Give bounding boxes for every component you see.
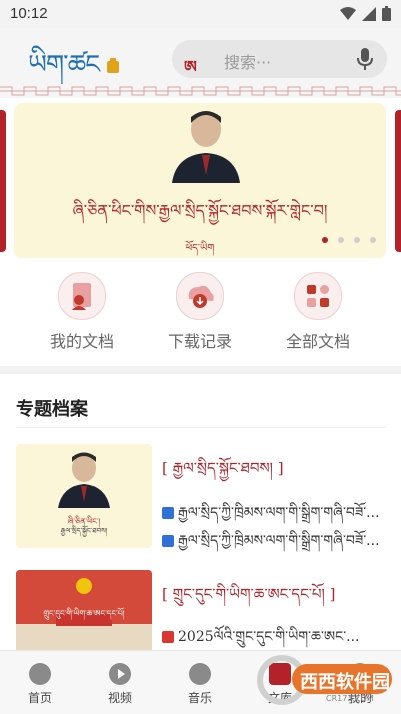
banner-title: ཞི་ཅིན་ཕིང་གིས་རྒྱལ་སྲིད་སྐྱོང་ཐབས་སྐོར་… (72, 201, 328, 220)
section-divider (0, 366, 401, 374)
banner-peek-right[interactable] (395, 110, 401, 252)
status-time: 10:12 (10, 5, 48, 22)
all-docs-label: 全部文档 (285, 332, 350, 351)
document-title: 2025ལོའི་གྲུང་དུང་གི་ཡིག་ཆ་ཨང་... (178, 629, 360, 645)
banner-peek-left[interactable] (0, 110, 6, 252)
all-docs-button[interactable]: 全部文档 (258, 270, 378, 352)
topic-thumbnail: ཞི་ཅིན་ཕིང་། རྒྱལ་སྲིད་སྐྱོང་ཐབས། (16, 444, 152, 548)
carousel-dot[interactable] (338, 237, 344, 243)
tab-label: 视频 (107, 691, 132, 705)
my-docs-icon (58, 272, 106, 320)
carousel-dot[interactable] (354, 237, 360, 243)
carousel-dot[interactable] (370, 237, 376, 243)
wifi-icon (340, 6, 356, 20)
document-title: རྒྱལ་སྲིད་ཀྱི་ཁྲིམས་ལག་གི་སྒྲིག་གཞི་བཟོ་… (178, 505, 380, 521)
app-header: ཡིག་ཚང ཨ 搜索··· (0, 28, 401, 84)
status-icons (340, 6, 391, 21)
section-title: 专题档案 (16, 399, 88, 420)
document-item[interactable]: རྒྱལ་སྲིད་ཀྱི་ཁྲིམས་ལག་གི་སྒྲིག་གཞི་བཟོ་… (162, 524, 386, 564)
carousel-indicator (322, 237, 376, 243)
signal-icon (362, 6, 376, 21)
watermark-subtext: CR173.COM (326, 694, 374, 703)
topic-card[interactable]: ཞི་ཅིན་ཕིང་། རྒྱལ་སྲིད་སྐྱོང་ཐབས། [ རྒྱལ… (16, 444, 386, 549)
tab-music[interactable]: 音乐 (160, 651, 240, 706)
logo-text: ཡིག་ཚང (28, 50, 100, 80)
decorative-pattern (0, 84, 401, 98)
status-bar: 10:12 (0, 0, 401, 28)
watermark-logo: 西西软件园 CR173.COM (256, 654, 396, 706)
word-file-icon (162, 535, 174, 547)
tab-video[interactable]: 视频 (80, 651, 160, 706)
thumb-caption: གྲུང་དུང་གི་ཡིག་ཆ་ཨང་དང་པོ། (43, 609, 125, 618)
tab-home[interactable]: 首页 (0, 651, 80, 706)
download-record-button[interactable]: 下载记录 (140, 270, 260, 352)
music-icon (189, 663, 211, 685)
thumb-caption: རྒྱལ་སྲིད་སྐྱོང་ཐབས། (60, 527, 108, 535)
logo-seal-icon (107, 58, 120, 73)
tab-label: 音乐 (187, 691, 212, 705)
topic-title[interactable]: [ གྲུང་དུང་གི་ཡིག་ཆ་ཨང་དང་པོ། ] (162, 578, 335, 620)
home-icon (29, 663, 51, 685)
word-file-icon (162, 507, 174, 519)
pdf-file-icon (162, 631, 174, 643)
download-record-label: 下载记录 (167, 332, 232, 351)
section-rule (16, 427, 386, 428)
download-record-icon (176, 272, 224, 320)
tab-label: 首页 (27, 691, 52, 705)
carousel-dot[interactable] (322, 237, 328, 243)
search-bar[interactable]: ཨ 搜索··· (172, 40, 387, 78)
watermark-text: 西西软件园 (300, 672, 390, 693)
battery-icon (382, 6, 391, 21)
document-title: རྒྱལ་སྲིད་ཀྱི་ཁྲིམས་ལག་གི་སྒྲིག་གཞི་བཟོ་… (178, 533, 380, 549)
all-docs-icon (294, 272, 342, 320)
app-logo: ཡིག་ཚང (28, 36, 120, 109)
search-placeholder[interactable]: 搜索··· (224, 49, 271, 73)
banner-carousel[interactable]: ཞི་ཅིན་ཕིང་གིས་རྒྱལ་སྲིད་སྐྱོང་ཐབས་སྐོར་… (14, 103, 386, 258)
banner-portrait (166, 103, 246, 183)
topic-title[interactable]: [ རྒྱལ་སྲིད་སྐྱོང་ཐབས། ] (162, 452, 284, 494)
microphone-icon[interactable] (357, 48, 373, 70)
my-docs-button[interactable]: 我的文档 (22, 270, 142, 352)
video-icon (109, 663, 131, 685)
my-docs-label: 我的文档 (49, 332, 114, 351)
